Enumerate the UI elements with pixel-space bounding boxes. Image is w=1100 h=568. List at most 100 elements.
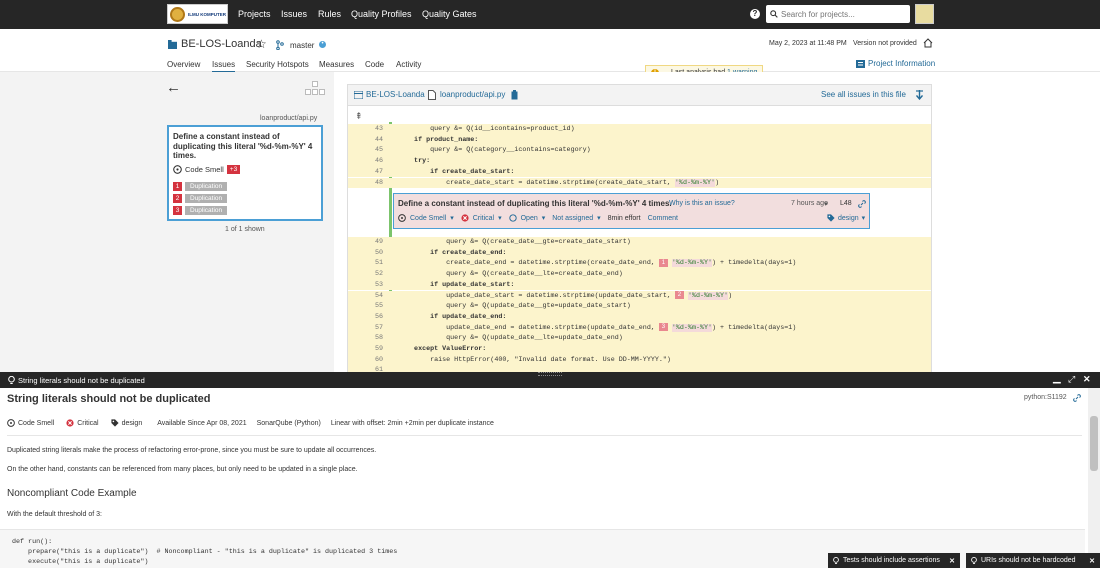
expand-icon[interactable] xyxy=(916,90,923,100)
tag-icon xyxy=(110,419,119,427)
location-item[interactable]: 2 Duplication xyxy=(173,194,228,203)
tab-measures[interactable]: Measures xyxy=(319,60,354,69)
code-line-issue: 48 create_date_start = datetime.strptime… xyxy=(348,177,931,189)
location-marker[interactable]: 1 xyxy=(658,258,668,267)
chevron-down-icon[interactable]: ▾ xyxy=(824,200,828,208)
branch-name[interactable]: master xyxy=(290,41,314,50)
scrollbar[interactable] xyxy=(1088,388,1100,568)
tag-dropdown[interactable]: design xyxy=(838,215,859,222)
severity-dropdown[interactable]: Critical xyxy=(473,215,494,222)
top-navbar: ILMU KOMPUTER Projects Issues Rules Qual… xyxy=(0,0,1100,29)
location-item[interactable]: 1 Duplication xyxy=(173,182,228,191)
location-marker[interactable]: 3 xyxy=(658,322,668,331)
code-line: 49 query &= Q(create_date__gte=create_da… xyxy=(348,237,931,248)
file-icon xyxy=(428,90,436,100)
code-smell-icon xyxy=(173,165,182,174)
permalink-icon[interactable] xyxy=(858,200,866,208)
logo[interactable]: ILMU KOMPUTER xyxy=(167,4,228,24)
tab-code[interactable]: Code xyxy=(365,60,384,69)
branch-info-icon[interactable]: • xyxy=(319,41,326,48)
project-information-link[interactable]: Project Information xyxy=(868,59,935,68)
rule-title: String literals should not be duplicated xyxy=(7,393,211,405)
issue-type-dropdown[interactable]: Code Smell xyxy=(410,215,446,222)
tab-security-hotspots[interactable]: Security Hotspots xyxy=(246,60,309,69)
rule-panel-header-title: String literals should not be duplicated xyxy=(18,376,145,385)
nav-projects[interactable]: Projects xyxy=(238,9,271,19)
sidebar-file-path: loanproduct/api.py xyxy=(260,115,318,122)
search-input[interactable] xyxy=(781,9,901,19)
issue-time[interactable]: 7 hours ago xyxy=(791,200,828,207)
code-line: 47 if create_date_start: xyxy=(348,166,931,178)
back-arrow-icon[interactable]: ← xyxy=(166,79,181,96)
version: Version not provided xyxy=(853,40,917,47)
rule-toast[interactable]: Tests should include assertions ✕ xyxy=(828,553,960,568)
code-line: 58 query &= Q(update_date__lte=update_da… xyxy=(348,333,931,344)
help-icon[interactable]: ? xyxy=(750,9,760,19)
comment-link[interactable]: Comment xyxy=(648,215,678,222)
code-line: 46 try: xyxy=(348,156,931,167)
rule-engine: SonarQube (Python) xyxy=(256,419,321,427)
code-line: 43 query &= Q(id__icontains=product_id) xyxy=(348,124,931,135)
location-label: Duplication xyxy=(185,182,228,191)
rule-key: python:S1192 xyxy=(1024,394,1067,401)
expand-up-icon[interactable]: ⇞ xyxy=(355,111,363,122)
issue-card-locations-badge[interactable]: +3 xyxy=(226,165,241,174)
resize-handle[interactable] xyxy=(538,372,562,376)
why-issue-link[interactable]: Why is this an issue? xyxy=(669,200,735,207)
rule-panel-header: String literals should not be duplicated… xyxy=(0,372,1100,388)
home-icon[interactable] xyxy=(923,38,933,48)
tab-activity[interactable]: Activity xyxy=(396,60,421,69)
tab-overview[interactable]: Overview xyxy=(167,60,200,69)
nav-quality-profiles[interactable]: Quality Profiles xyxy=(351,9,412,19)
project-name[interactable]: BE-LOS-Loanda xyxy=(181,38,262,50)
nav-quality-gates[interactable]: Quality Gates xyxy=(422,9,477,19)
avatar[interactable] xyxy=(915,4,934,24)
close-icon[interactable]: ✕ xyxy=(949,557,955,565)
crumb-file[interactable]: loanproduct/api.py xyxy=(440,90,505,99)
minimize-icon[interactable]: ▁ xyxy=(1053,373,1061,384)
toast-label[interactable]: Tests should include assertions xyxy=(843,557,940,564)
nav-issues[interactable]: Issues xyxy=(281,9,307,19)
rule-description-p2: On the other hand, constants can be refe… xyxy=(7,466,358,473)
scrollbar-thumb[interactable] xyxy=(1090,416,1098,471)
search-icon xyxy=(770,10,778,18)
search-box[interactable] xyxy=(766,5,910,23)
rule-since: Available Since Apr 08, 2021 xyxy=(157,419,247,427)
status-dropdown[interactable]: Open xyxy=(521,215,538,222)
duplicated-literal[interactable]: '%d-%m-%Y' xyxy=(674,178,716,187)
inline-issue-title[interactable]: Define a constant instead of duplicating… xyxy=(398,199,672,208)
rule-permalink-icon[interactable] xyxy=(1073,394,1081,402)
effort: 8min effort xyxy=(607,214,641,222)
location-marker[interactable]: 2 xyxy=(674,290,684,299)
see-all-issues-link[interactable]: See all issues in this file xyxy=(821,90,906,99)
inline-issue[interactable]: Define a constant instead of duplicating… xyxy=(393,193,870,229)
rule-section-heading: Noncompliant Code Example xyxy=(7,488,137,499)
location-label: Duplication xyxy=(185,206,228,215)
location-item[interactable]: 3 Duplication xyxy=(173,206,228,215)
assignee-dropdown[interactable]: Not assigned xyxy=(552,215,593,222)
rule-toast[interactable]: URIs should not be hardcoded ✕ xyxy=(966,553,1100,568)
close-icon[interactable]: ✕ xyxy=(1089,557,1095,565)
close-icon[interactable]: ✕ xyxy=(1083,374,1091,385)
code-smell-icon xyxy=(398,214,406,222)
logo-text: ILMU KOMPUTER xyxy=(188,11,226,17)
favorite-star-icon[interactable]: ☆ xyxy=(256,37,267,51)
code-line-location: 54 update_date_start = datetime.strptime… xyxy=(348,290,931,302)
copy-path-icon[interactable] xyxy=(511,90,518,100)
code-line: 55 query &= Q(update_date__gte=update_da… xyxy=(348,301,931,312)
crumb-project[interactable]: BE-LOS-Loanda xyxy=(366,90,425,99)
branch-icon xyxy=(276,40,284,50)
location-label: Duplication xyxy=(185,194,228,203)
lightbulb-icon xyxy=(971,556,977,564)
project-icon xyxy=(354,91,363,99)
issue-card[interactable]: Define a constant instead of duplicating… xyxy=(167,125,323,221)
code-line: 50 if create_date_end: xyxy=(348,247,931,259)
issue-card-title[interactable]: Define a constant instead of duplicating… xyxy=(173,132,318,161)
open-status-icon xyxy=(508,214,517,222)
rule-description-p1: Duplicated string literals make the proc… xyxy=(7,447,377,454)
maximize-icon[interactable]: ⤢ xyxy=(1068,374,1075,385)
toast-label[interactable]: URIs should not be hardcoded xyxy=(981,557,1076,564)
nav-rules[interactable]: Rules xyxy=(318,9,341,19)
code-example-line: execute("this is a duplicate") xyxy=(12,558,149,566)
code-line: 56 if update_date_end: xyxy=(348,311,931,323)
